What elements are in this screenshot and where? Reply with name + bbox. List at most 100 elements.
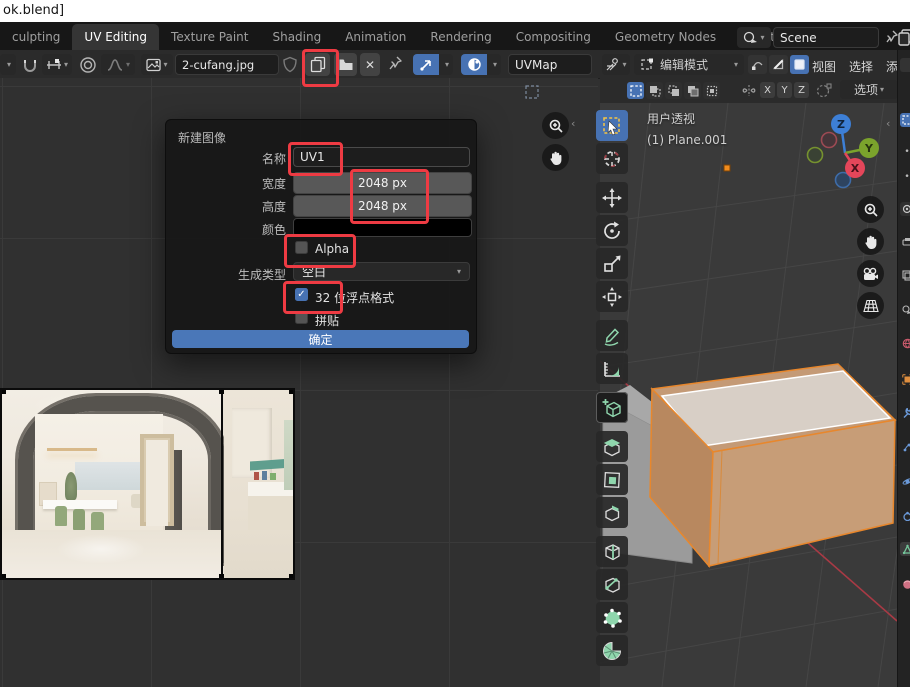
sticky-select-dropdown[interactable]: ▾ [487, 54, 501, 75]
mirror-x-button[interactable]: X [760, 82, 775, 98]
uv-vertex[interactable] [289, 390, 293, 394]
properties-tab-render[interactable] [900, 202, 910, 216]
box-select-invert-icon[interactable] [684, 82, 701, 99]
chevron-down-icon: ▾ [163, 60, 167, 69]
tool-scale[interactable] [596, 248, 628, 279]
float32-checkbox[interactable] [295, 288, 308, 301]
properties-tab-output[interactable] [900, 235, 910, 249]
alpha-checkbox[interactable] [295, 241, 308, 254]
scene-name-field[interactable]: Scene [773, 27, 879, 48]
ortho-grid-button[interactable] [857, 292, 884, 319]
falloff-curve-button[interactable]: ▾ [101, 54, 135, 75]
open-image-button[interactable] [334, 53, 357, 76]
tool-transform[interactable] [596, 281, 628, 312]
vertex-select-button[interactable] [748, 55, 767, 74]
properties-tab-tool-active[interactable] [900, 113, 910, 127]
mirror-y-button[interactable]: Y [777, 82, 792, 98]
uv-pan-button[interactable] [542, 144, 569, 171]
box-select-intersect-icon[interactable] [703, 82, 720, 99]
menu-select[interactable]: 选择 [849, 58, 873, 75]
properties-tab-modifiers[interactable] [900, 406, 910, 420]
properties-tab-particles[interactable] [900, 440, 910, 454]
box-select-extend-icon[interactable] [646, 82, 663, 99]
unlink-image-button[interactable]: ✕ [360, 53, 380, 76]
uv-vertex[interactable] [219, 390, 224, 394]
gen-type-dropdown[interactable]: 空白 ▾ [293, 262, 470, 281]
tool-measure[interactable] [596, 353, 628, 384]
uv-vertex[interactable] [2, 390, 6, 394]
box-select-set-icon[interactable] [627, 82, 644, 99]
tool-knife[interactable] [596, 569, 628, 600]
menu-view[interactable]: 视图 [812, 58, 836, 75]
uv-zoom-button[interactable] [542, 112, 569, 139]
new-scene-icon[interactable] [897, 27, 910, 47]
properties-tab-physics[interactable] [900, 474, 910, 488]
image-browse-button[interactable]: ▾ [141, 54, 173, 75]
properties-tab-material[interactable] [900, 577, 910, 591]
properties-tab-object[interactable] [900, 372, 910, 386]
snap-target-button[interactable]: ▾ [42, 54, 72, 75]
tab-texture-paint[interactable]: Texture Paint [159, 24, 260, 50]
options-dropdown[interactable]: 选项 ▾ [840, 80, 898, 99]
uv-sync-dropdown[interactable]: ▾ [439, 54, 453, 75]
tool-rotate[interactable] [596, 215, 628, 246]
tab-uv-editing[interactable]: UV Editing [72, 24, 159, 50]
properties-tab-view-layer[interactable] [900, 268, 910, 282]
tool-bevel[interactable] [596, 497, 628, 528]
uv-image-panorama[interactable] [2, 390, 293, 578]
mirror-z-button[interactable]: Z [794, 82, 809, 98]
box-select-subtract-icon[interactable] [665, 82, 682, 99]
properties-tab-scene[interactable] [900, 302, 910, 316]
ok-button[interactable]: 确定 [172, 330, 469, 348]
face-select-button[interactable] [790, 55, 809, 74]
properties-tab-world[interactable] [900, 336, 910, 350]
height-slider[interactable]: 2048 px [293, 195, 472, 217]
snap-circle-icon[interactable] [816, 83, 833, 98]
tool-inset-faces[interactable] [596, 464, 628, 495]
viewport-editor-type-button[interactable]: ▾ [602, 54, 630, 75]
tab-rendering[interactable]: Rendering [418, 24, 503, 50]
navigation-gizmo[interactable]: Z Y X [805, 108, 897, 200]
edge-select-button[interactable] [769, 55, 788, 74]
scene-selector-button[interactable]: ▾ [737, 27, 771, 48]
width-slider[interactable]: 2048 px [293, 172, 472, 194]
image-name-field[interactable]: 2-cufang.jpg [175, 54, 279, 75]
properties-tab-constraints[interactable] [900, 508, 910, 522]
pin-icon[interactable] [387, 55, 403, 72]
viewport-pan-button[interactable] [857, 228, 884, 255]
uvmap-field[interactable]: UVMap [508, 54, 592, 75]
color-swatch[interactable] [293, 218, 472, 237]
tool-spin[interactable] [596, 635, 628, 666]
tiled-checkbox[interactable] [295, 311, 308, 324]
tab-shading[interactable]: Shading [260, 24, 333, 50]
tool-cursor[interactable] [596, 143, 628, 174]
camera-view-button[interactable] [857, 260, 884, 287]
name-field[interactable]: UV1 [293, 147, 470, 167]
uv-sync-button[interactable] [413, 54, 439, 75]
tab-animation[interactable]: Animation [333, 24, 418, 50]
tool-poly-build[interactable] [596, 602, 628, 633]
uv-vertex[interactable] [219, 574, 224, 578]
uv-vertex[interactable] [289, 574, 293, 578]
snap-magnet-icon[interactable] [21, 56, 39, 74]
mode-dropdown[interactable]: 编辑模式 ▾ [634, 54, 744, 75]
properties-filter-icon[interactable] [900, 58, 910, 72]
properties-tab-data-active[interactable] [900, 542, 910, 556]
tool-move[interactable] [596, 182, 628, 213]
tool-extrude-region[interactable] [596, 431, 628, 462]
tool-annotate[interactable] [596, 320, 628, 351]
uv-sidebar-collapse-arrow[interactable]: ‹ [571, 117, 575, 130]
tool-box-select[interactable] [596, 110, 628, 141]
tab-geometry-nodes[interactable]: Geometry Nodes [603, 24, 728, 50]
shield-icon[interactable] [282, 56, 298, 73]
tab-sculpting[interactable]: culpting [0, 24, 72, 50]
uv-vertex[interactable] [2, 574, 6, 578]
tool-loop-cut[interactable] [596, 536, 628, 567]
new-image-button[interactable] [305, 53, 330, 76]
sticky-select-button[interactable] [461, 54, 487, 75]
viewport-zoom-button[interactable] [857, 196, 884, 223]
tool-add-cube[interactable] [596, 392, 628, 423]
uv-editor-type-button[interactable]: ▾ [0, 54, 16, 75]
tab-compositing[interactable]: Compositing [504, 24, 603, 50]
proportional-edit-icon[interactable] [79, 56, 97, 74]
